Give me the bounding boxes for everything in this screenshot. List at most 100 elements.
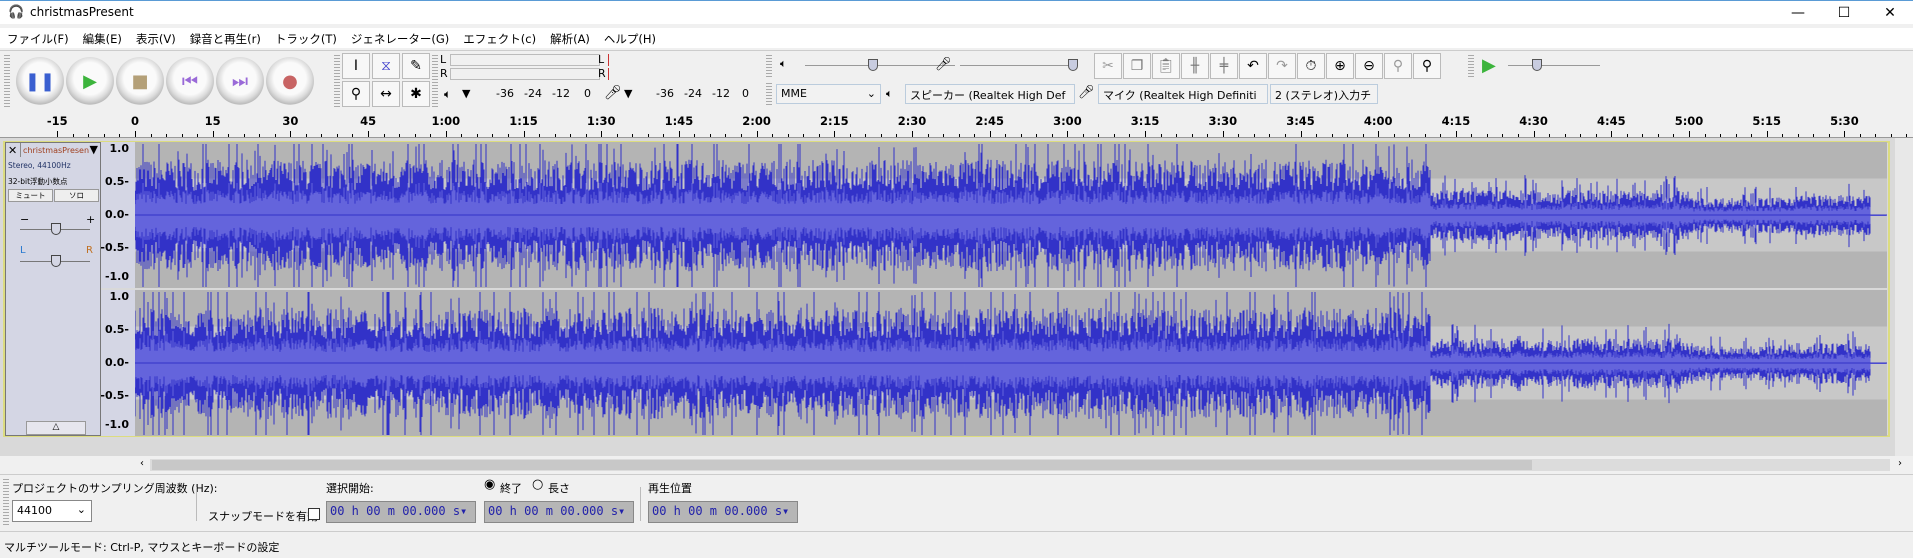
play-button[interactable]: ▶ [66, 57, 114, 105]
vertical-scale-right[interactable]: 1.0 0.5- 0.0- -0.5- -1.0 [100, 290, 135, 436]
trim-button[interactable]: ╫ [1181, 53, 1209, 79]
toolbar-grip[interactable] [3, 479, 9, 527]
fit-project-button[interactable]: ⚲ [1413, 53, 1441, 79]
record-meter-r[interactable] [608, 68, 758, 80]
ruler-label: 45 [360, 114, 377, 128]
toolbar-grip[interactable] [766, 83, 772, 107]
pause-button[interactable]: ❚❚ [16, 57, 64, 105]
draw-tool[interactable]: ✎ [402, 53, 430, 79]
vertical-scrollbar[interactable] [1895, 138, 1913, 456]
waveform-right-channel[interactable] [135, 290, 1887, 436]
scroll-left-button[interactable]: ‹ [140, 458, 144, 469]
selection-start-field[interactable]: 00 h 00 m 00.000 s▾ [326, 501, 476, 523]
ruler-tick [772, 134, 774, 137]
snap-mode-checkbox[interactable] [308, 508, 320, 520]
zoom-in-button[interactable]: ⊕ [1326, 53, 1354, 79]
scale-label: -1.0 [104, 418, 129, 431]
audio-host-select[interactable]: MME ⌄ [776, 84, 881, 104]
silence-button[interactable]: ╪ [1210, 53, 1238, 79]
minimize-button[interactable]: — [1775, 1, 1821, 25]
skip-end-button[interactable]: ⏭ [216, 57, 264, 105]
toolbar-grip[interactable] [766, 55, 772, 79]
scroll-right-button[interactable]: › [1898, 458, 1902, 469]
menu-tracks[interactable]: トラック(T) [268, 28, 344, 50]
selection-end-field[interactable]: 00 h 00 m 00.000 s▾ [484, 501, 634, 523]
copy-button[interactable]: ❐ [1123, 53, 1151, 79]
play-at-speed-button[interactable]: ▶ [1482, 55, 1496, 76]
playback-meter-menu[interactable]: ▼ [462, 87, 470, 100]
record-volume-slider[interactable] [960, 65, 1075, 66]
time-shift-tool[interactable]: ↔ [372, 81, 400, 107]
output-device-select[interactable]: スピーカー (Realtek High Def [905, 84, 1075, 104]
ruler-tick [399, 134, 401, 137]
paste-button[interactable]: 📋︎ [1152, 53, 1180, 79]
ruler-tick [1207, 134, 1209, 137]
ruler-tick [1626, 134, 1628, 137]
play-position-label: 再生位置 [648, 482, 692, 495]
meter-r-label: R [440, 67, 448, 80]
scroll-thumb[interactable] [152, 460, 1532, 470]
track-menu-button[interactable]: christmasPresen ▼ [20, 143, 100, 157]
input-device-select[interactable]: マイク (Realtek High Definiti [1098, 84, 1268, 104]
zoom-out-button[interactable]: ⊖ [1355, 53, 1383, 79]
skip-start-button[interactable]: ⏮ [166, 57, 214, 105]
redo-button[interactable]: ↷ [1268, 53, 1296, 79]
toolbar-grip[interactable] [4, 55, 10, 107]
envelope-tool[interactable]: ⧖ [372, 53, 400, 79]
undo-button[interactable]: ↶ [1239, 53, 1267, 79]
slider-thumb[interactable] [868, 59, 878, 71]
i-beam-icon: I [353, 58, 359, 74]
record-button[interactable]: ● [266, 57, 314, 105]
play-position-field[interactable]: 00 h 00 m 00.000 s▾ [648, 501, 798, 523]
toolbar-grip[interactable] [432, 55, 438, 107]
slider-thumb[interactable] [1532, 59, 1542, 71]
playback-volume-slider[interactable] [805, 65, 955, 66]
stop-button[interactable]: ■ [116, 57, 164, 105]
close-track-button[interactable]: ✕ [8, 144, 17, 157]
toolbar-grip[interactable] [1468, 55, 1474, 79]
collapse-track-button[interactable]: △ [26, 421, 86, 435]
play-speed-slider[interactable] [1508, 65, 1600, 66]
length-radio[interactable]: ○ [532, 477, 543, 492]
pan-thumb[interactable] [51, 255, 61, 267]
vertical-scale-left[interactable]: 1.0 0.5- 0.0- -0.5- -1.0 [100, 142, 135, 288]
solo-button[interactable]: ソロ [54, 189, 99, 202]
waveform-left-channel[interactable] [135, 142, 1887, 288]
slider-thumb[interactable] [1068, 59, 1078, 71]
menu-edit[interactable]: 編集(E) [76, 28, 129, 50]
menu-transport[interactable]: 録音と再生(r) [183, 28, 268, 50]
ruler-label: 2:15 [819, 114, 849, 128]
tick: 0 [584, 87, 591, 100]
gain-thumb[interactable] [51, 223, 61, 235]
horizontal-scrollbar[interactable] [150, 459, 1890, 471]
sync-lock-button[interactable]: ⏱ [1297, 53, 1325, 79]
redo-icon: ↷ [1276, 58, 1288, 74]
record-meter-l[interactable] [608, 54, 758, 66]
playback-meter-l[interactable] [450, 54, 600, 66]
sample-rate-select[interactable]: 44100 ⌄ [12, 500, 92, 522]
playback-meter-r[interactable] [450, 68, 600, 80]
close-button[interactable]: ✕ [1867, 1, 1913, 25]
mute-button[interactable]: ミュート [8, 189, 53, 202]
maximize-button[interactable]: ☐ [1821, 1, 1867, 25]
record-meter-menu[interactable]: ▼ [624, 87, 632, 100]
end-radio[interactable]: ◉ [484, 477, 495, 492]
fit-selection-button[interactable]: ⚲ [1384, 53, 1412, 79]
menu-view[interactable]: 表示(V) [129, 28, 183, 50]
timeline-ruler[interactable]: -15 0 15 30 45 1:00 1:15 1:30 1:45 2:00 2:15 2:30 2:… [0, 110, 1913, 138]
zoom-tool[interactable]: ⚲ [342, 81, 370, 107]
menu-file[interactable]: ファイル(F) [0, 28, 76, 50]
menu-analyze[interactable]: 解析(A) [543, 28, 597, 50]
selection-tool[interactable]: I [342, 53, 370, 79]
menu-help[interactable]: ヘルプ(H) [597, 28, 663, 50]
play-icon: ▶ [83, 70, 97, 92]
cut-button[interactable]: ✂ [1094, 53, 1122, 79]
multi-tool[interactable]: ✱ [402, 81, 430, 107]
ruler-tick [1082, 134, 1084, 137]
toolbar-grip[interactable] [334, 55, 340, 107]
ruler-tick [787, 134, 789, 137]
ruler-tick [1098, 134, 1100, 137]
menu-effect[interactable]: エフェクト(c) [456, 28, 543, 50]
input-channels-select[interactable]: 2 (ステレオ)入力チ [1270, 84, 1378, 104]
menu-generate[interactable]: ジェネレーター(G) [344, 28, 456, 50]
